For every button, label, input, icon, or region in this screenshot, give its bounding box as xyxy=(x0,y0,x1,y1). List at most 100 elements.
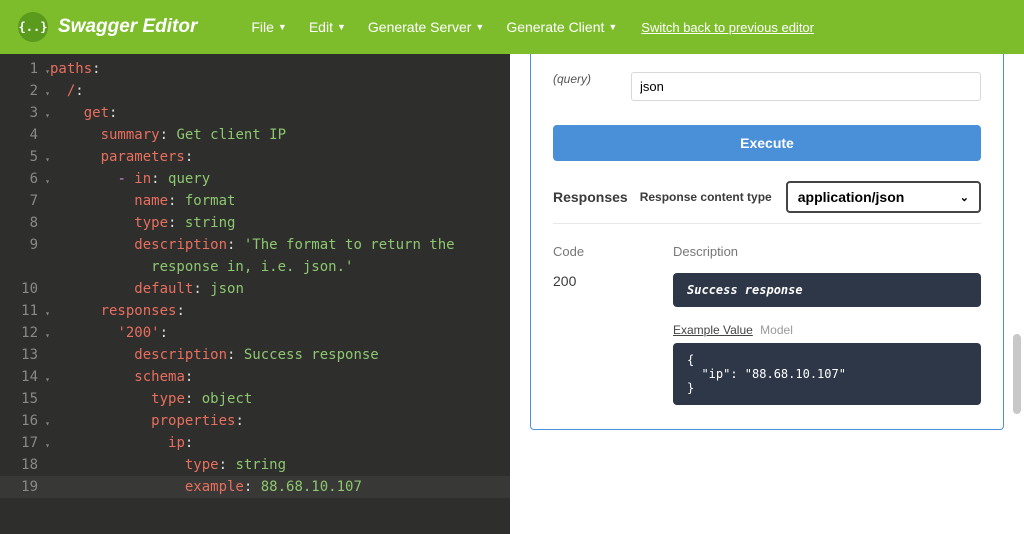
brand: {..} Swagger Editor xyxy=(18,12,197,42)
chevron-down-icon: ▼ xyxy=(337,22,346,32)
editor-line[interactable]: 15 type: object xyxy=(0,388,510,410)
editor-line[interactable]: 18 type: string xyxy=(0,454,510,476)
switch-editor-link[interactable]: Switch back to previous editor xyxy=(641,20,814,35)
gutter: 17▾ xyxy=(0,432,50,454)
editor-line[interactable]: 10 default: json xyxy=(0,278,510,300)
content-type-value: application/json xyxy=(798,189,905,205)
main-menu: File▼ Edit▼ Generate Server▼ Generate Cl… xyxy=(251,19,617,35)
responses-label: Responses xyxy=(553,189,628,205)
code-content[interactable]: summary: Get client IP xyxy=(50,124,286,146)
editor-line[interactable]: 14▾ schema: xyxy=(0,366,510,388)
gutter: 11▾ xyxy=(0,300,50,322)
editor-line[interactable]: 17▾ ip: xyxy=(0,432,510,454)
gutter: 8 xyxy=(0,212,50,234)
gutter: 2▾ xyxy=(0,80,50,102)
gutter: 6▾ xyxy=(0,168,50,190)
brand-title: Swagger Editor xyxy=(58,16,197,38)
response-description: Success response xyxy=(673,273,981,307)
code-content[interactable]: name: format xyxy=(50,190,235,212)
code-content[interactable]: type: string xyxy=(50,212,235,234)
code-content[interactable]: - in: query xyxy=(50,168,210,190)
tab-model[interactable]: Model xyxy=(760,323,793,337)
code-content[interactable]: default: json xyxy=(50,278,244,300)
response-row: 200 Success response Example Value Model… xyxy=(553,273,981,405)
editor-line[interactable]: 4 summary: Get client IP xyxy=(0,124,510,146)
code-content[interactable]: '200': xyxy=(50,322,168,344)
chevron-down-icon: ▼ xyxy=(278,22,287,32)
workspace: 1▾paths:2▾ /:3▾ get:4 summary: Get clien… xyxy=(0,54,1024,534)
editor-line[interactable]: 3▾ get: xyxy=(0,102,510,124)
chevron-down-icon: ▼ xyxy=(475,22,484,32)
preview-pane: (query) Execute Responses Response conte… xyxy=(510,54,1024,534)
menu-file[interactable]: File▼ xyxy=(251,19,286,35)
scroll-thumb[interactable] xyxy=(1013,334,1021,414)
th-code: Code xyxy=(553,244,673,259)
parameter-input[interactable] xyxy=(631,72,981,101)
gutter: 13 xyxy=(0,344,50,366)
th-description: Description xyxy=(673,244,981,259)
scrollbar[interactable] xyxy=(1013,54,1021,534)
editor-line[interactable]: response in, i.e. json.' xyxy=(0,256,510,278)
editor-line[interactable]: 2▾ /: xyxy=(0,80,510,102)
code-content[interactable]: responses: xyxy=(50,300,185,322)
response-code: 200 xyxy=(553,273,673,405)
gutter: 19 xyxy=(0,476,50,498)
gutter: 15 xyxy=(0,388,50,410)
code-content[interactable]: ip: xyxy=(50,432,193,454)
operation-panel: (query) Execute Responses Response conte… xyxy=(530,54,1004,430)
gutter: 4 xyxy=(0,124,50,146)
chevron-down-icon: ⌄ xyxy=(960,191,969,204)
menu-generate-server[interactable]: Generate Server▼ xyxy=(368,19,484,35)
editor-line[interactable]: 12▾ '200': xyxy=(0,322,510,344)
editor-line[interactable]: 8 type: string xyxy=(0,212,510,234)
gutter: 9 xyxy=(0,234,50,256)
gutter: 12▾ xyxy=(0,322,50,344)
code-content[interactable]: response in, i.e. json.' xyxy=(50,256,353,278)
execute-button[interactable]: Execute xyxy=(553,125,981,161)
code-content[interactable]: /: xyxy=(50,80,84,102)
gutter: 3▾ xyxy=(0,102,50,124)
gutter: 16▾ xyxy=(0,410,50,432)
code-content[interactable]: get: xyxy=(50,102,117,124)
code-editor[interactable]: 1▾paths:2▾ /:3▾ get:4 summary: Get clien… xyxy=(0,54,510,534)
gutter: 7 xyxy=(0,190,50,212)
responses-header: Responses Response content type applicat… xyxy=(553,181,981,224)
code-content[interactable]: example: 88.68.10.107 xyxy=(50,476,362,498)
menu-generate-client[interactable]: Generate Client▼ xyxy=(506,19,617,35)
gutter: 14▾ xyxy=(0,366,50,388)
gutter xyxy=(0,256,50,278)
code-content[interactable]: paths: xyxy=(50,58,101,80)
content-type-label: Response content type xyxy=(640,191,772,204)
editor-line[interactable]: 16▾ properties: xyxy=(0,410,510,432)
editor-line[interactable]: 5▾ parameters: xyxy=(0,146,510,168)
parameter-row: (query) xyxy=(553,72,981,101)
swagger-logo-icon: {..} xyxy=(18,12,48,42)
editor-line[interactable]: 9 description: 'The format to return the xyxy=(0,234,510,256)
menu-edit[interactable]: Edit▼ xyxy=(309,19,346,35)
code-content[interactable]: properties: xyxy=(50,410,244,432)
code-content[interactable]: type: string xyxy=(50,454,286,476)
gutter: 5▾ xyxy=(0,146,50,168)
editor-line[interactable]: 19 example: 88.68.10.107 xyxy=(0,476,510,498)
responses-table-head: Code Description xyxy=(553,244,981,259)
example-tabs: Example Value Model xyxy=(673,323,981,337)
parameter-type-label: (query) xyxy=(553,72,631,86)
code-content[interactable]: parameters: xyxy=(50,146,193,168)
topbar: {..} Swagger Editor File▼ Edit▼ Generate… xyxy=(0,0,1024,54)
content-type-select[interactable]: application/json ⌄ xyxy=(786,181,981,213)
example-body: { "ip": "88.68.10.107" } xyxy=(673,343,981,405)
code-content[interactable]: description: 'The format to return the xyxy=(50,234,455,256)
editor-line[interactable]: 11▾ responses: xyxy=(0,300,510,322)
code-content[interactable]: schema: xyxy=(50,366,193,388)
chevron-down-icon: ▼ xyxy=(608,22,617,32)
gutter: 10 xyxy=(0,278,50,300)
editor-line[interactable]: 6▾ - in: query xyxy=(0,168,510,190)
editor-line[interactable]: 7 name: format xyxy=(0,190,510,212)
code-content[interactable]: description: Success response xyxy=(50,344,379,366)
gutter: 18 xyxy=(0,454,50,476)
code-content[interactable]: type: object xyxy=(50,388,252,410)
editor-line[interactable]: 1▾paths: xyxy=(0,58,510,80)
tab-example-value[interactable]: Example Value xyxy=(673,323,753,337)
editor-line[interactable]: 13 description: Success response xyxy=(0,344,510,366)
gutter: 1▾ xyxy=(0,58,50,80)
